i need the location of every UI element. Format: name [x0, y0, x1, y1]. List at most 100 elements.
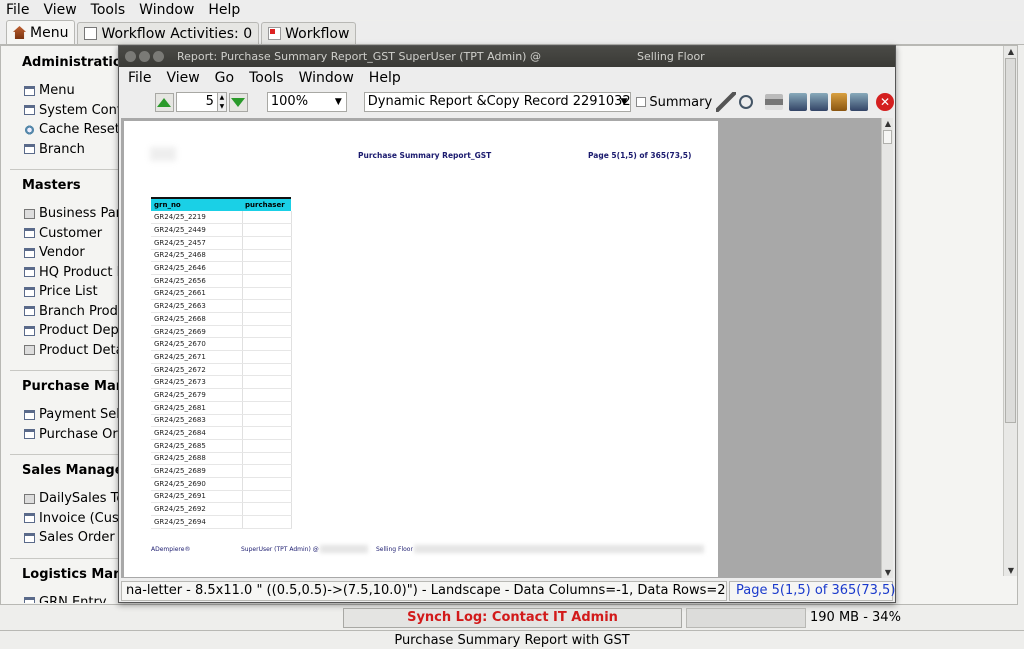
sidebar-item-product-details[interactable]: Product Deta	[10, 341, 125, 361]
window-icon	[24, 532, 35, 543]
sidebar-item-dailysales[interactable]: DailySales Te	[10, 489, 125, 509]
cell-grn-no: GR24/25_2692	[151, 502, 242, 516]
synch-log-button[interactable]: Synch Log: Contact IT Admin	[343, 608, 682, 628]
window-minimize-icon[interactable]	[139, 51, 150, 62]
next-page-button[interactable]	[228, 92, 248, 112]
report-menu-file[interactable]: File	[128, 70, 151, 86]
main-scrollbar[interactable]: ▲ ▼	[1003, 46, 1017, 576]
sidebar-item-grn-entry[interactable]: GRN Entry	[10, 593, 125, 603]
cell-grn-no: GR24/25_2688	[151, 452, 242, 466]
window-maximize-icon[interactable]	[153, 51, 164, 62]
table-row: GR24/25_2692	[151, 502, 292, 516]
report-window-titlebar[interactable]: Report: Purchase Summary Report_GST Supe…	[119, 46, 895, 67]
report-statusbar: na-letter - 8.5x11.0 " ((0.5,0.5)->(7.5,…	[121, 581, 895, 601]
export-icon[interactable]	[831, 93, 848, 111]
report-menu-tools[interactable]: Tools	[249, 70, 284, 86]
tab-menu[interactable]: Menu	[6, 20, 76, 44]
arrow-down-icon	[231, 97, 246, 107]
tab-workflow[interactable]: Workflow	[261, 22, 357, 44]
previous-page-button[interactable]	[155, 92, 174, 112]
report-viewport[interactable]: Purchase Summary Report_GST Page 5(1,5) …	[121, 118, 881, 578]
zoom-select[interactable]: 100% ▼	[266, 92, 347, 112]
sidebar-item-purchase-order[interactable]: Purchase Ord	[10, 425, 125, 445]
close-icon[interactable]: ✕	[875, 93, 894, 111]
sidebar-item-system-configurator[interactable]: System Conf	[10, 101, 125, 121]
archive-icon[interactable]	[810, 93, 829, 111]
sidebar-item-vendor[interactable]: Vendor	[10, 243, 125, 263]
menu-window[interactable]: Window	[139, 2, 194, 18]
page-spinner[interactable]: ▲ ▼	[217, 92, 227, 112]
menu-view[interactable]: View	[43, 2, 76, 18]
report-toolbar: 5 ▲ ▼ 100% ▼ Dynamic Report &Copy Record 2…	[119, 89, 895, 115]
window-close-icon[interactable]	[125, 51, 136, 62]
report-scrollbar[interactable]: ▲ ▼	[881, 118, 893, 578]
sidebar-item-invoice-customer[interactable]: Invoice (Cust	[10, 509, 125, 529]
report-table: grn_no purchaser GR24/25_2219 GR24/25_244…	[151, 197, 292, 529]
customize-report-icon[interactable]	[716, 92, 737, 112]
find-icon[interactable]	[739, 95, 754, 109]
save-icon[interactable]	[850, 93, 868, 111]
cell-grn-no: GR24/25_2679	[151, 388, 242, 402]
scrollbar-thumb[interactable]	[1005, 58, 1016, 423]
table-row: GR24/25_2468	[151, 249, 292, 263]
sidebar-item-menu[interactable]: Menu	[10, 81, 125, 101]
report-menu-go[interactable]: Go	[215, 70, 234, 86]
menu-file[interactable]: File	[6, 2, 29, 18]
scroll-up-icon[interactable]: ▲	[1004, 46, 1018, 57]
table-row: GR24/25_2690	[151, 477, 292, 491]
sidebar-item-cache-reset[interactable]: Cache Reset	[10, 120, 125, 140]
report-menu-window[interactable]: Window	[299, 70, 354, 86]
sidebar-item-customer[interactable]: Customer	[10, 224, 125, 244]
scroll-down-icon[interactable]: ▼	[1004, 565, 1018, 576]
divider	[10, 169, 125, 170]
report-menu-view[interactable]: View	[166, 70, 199, 86]
summary-checkbox[interactable]	[636, 97, 647, 107]
page-number-input[interactable]: 5	[175, 92, 218, 112]
sidebar-item-branch[interactable]: Branch	[10, 140, 125, 160]
window-icon	[24, 247, 35, 258]
window-icon	[24, 85, 35, 96]
cell-grn-no: GR24/25_2668	[151, 312, 242, 326]
sidebar-item-business-partner[interactable]: Business Part	[10, 204, 125, 224]
cell-purchaser	[241, 439, 292, 453]
column-header-purchaser: purchaser	[242, 197, 291, 211]
sidebar-item-branch-product[interactable]: Branch Produ	[10, 302, 125, 322]
report-page: Purchase Summary Report_GST Page 5(1,5) …	[124, 121, 718, 577]
cell-grn-no: GR24/25_2669	[151, 325, 242, 339]
sidebar-item-price-list[interactable]: Price List	[10, 282, 125, 302]
cell-purchaser	[241, 223, 292, 237]
menu-tools[interactable]: Tools	[91, 2, 126, 18]
print-icon[interactable]	[765, 94, 784, 110]
sidebar-item-hq-product[interactable]: HQ Product M	[10, 263, 125, 283]
report-table-body: GR24/25_2219 GR24/25_2449 GR24/25_2457 GR24…	[151, 211, 292, 529]
window-icon	[24, 597, 35, 603]
tab-menu-label: Menu	[30, 24, 69, 41]
scrollbar-thumb[interactable]	[883, 130, 892, 144]
menu-help[interactable]: Help	[208, 2, 240, 18]
report-status-info: na-letter - 8.5x11.0 " ((0.5,0.5)->(7.5,…	[121, 581, 727, 601]
section-masters: Masters	[22, 178, 81, 193]
footer-user: SuperUser (TPT Admin) @	[241, 546, 319, 553]
form-icon	[24, 493, 35, 504]
sidebar-item-payment-selection[interactable]: Payment Sele	[10, 405, 125, 425]
cell-grn-no: GR24/25_2685	[151, 439, 242, 453]
table-row: GR24/25_2457	[151, 236, 292, 250]
footer-org: Selling Floor	[376, 546, 413, 553]
tab-workflow-activities[interactable]: Workflow Activities: 0	[77, 22, 260, 44]
column-header-grn-no: grn_no	[151, 197, 242, 211]
table-row: GR24/25_2689	[151, 464, 292, 478]
scroll-up-icon[interactable]: ▲	[882, 118, 894, 129]
cell-purchaser	[241, 515, 292, 529]
send-mail-icon[interactable]	[789, 93, 808, 111]
window-icon	[24, 105, 35, 116]
report-window-title: Report: Purchase Summary Report_GST Supe…	[177, 50, 541, 63]
report-select[interactable]: Dynamic Report &Copy Record 2291032 ▼	[363, 92, 632, 112]
window-icon	[24, 513, 35, 524]
report-menu-help[interactable]: Help	[369, 70, 401, 86]
logo	[150, 147, 176, 161]
sidebar-item-product-department[interactable]: Product Depa	[10, 321, 125, 341]
report-status-page: Page 5(1,5) of 365(73,5)	[729, 581, 895, 601]
cell-purchaser	[241, 452, 292, 466]
scroll-down-icon[interactable]: ▼	[882, 567, 894, 578]
sidebar-item-sales-order[interactable]: Sales Order	[10, 528, 125, 548]
